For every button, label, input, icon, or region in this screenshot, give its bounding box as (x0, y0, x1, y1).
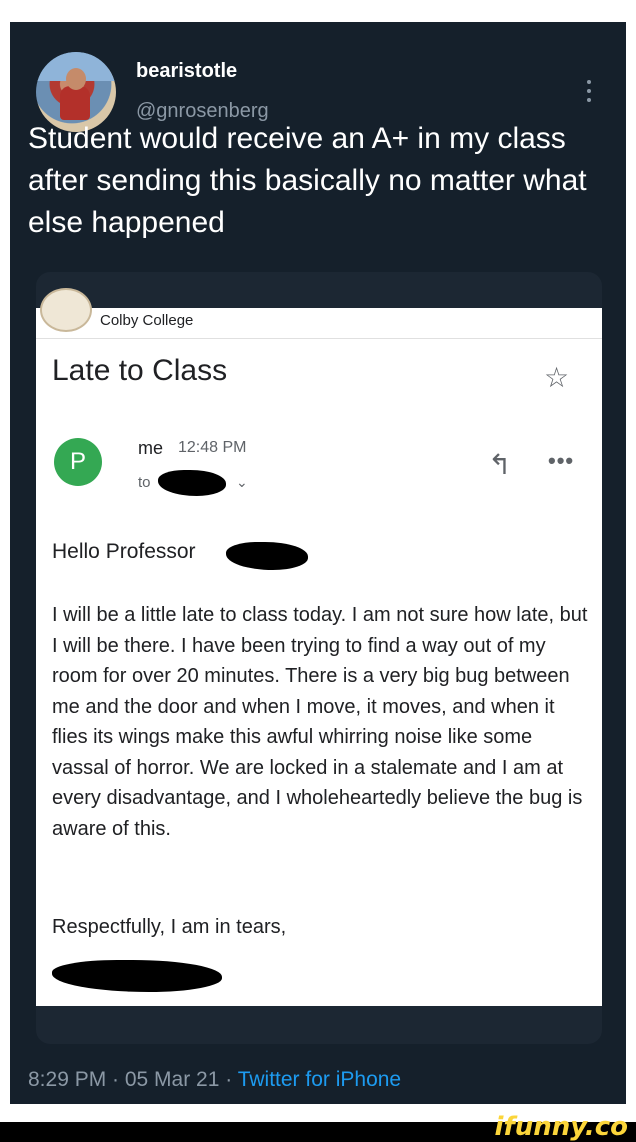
header-divider (36, 338, 602, 339)
email-org: Colby College (100, 312, 194, 329)
email-subject: Late to Class (52, 354, 228, 387)
tweet-media[interactable]: Colby College Late to Class ☆ P me 12:48… (36, 272, 602, 1044)
more-vertical-icon[interactable] (586, 80, 592, 104)
sender-avatar: P (54, 438, 102, 486)
chevron-down-icon: ⌄ (236, 474, 248, 490)
ifunny-watermark-logo: ifunny.co (494, 1112, 628, 1142)
redacted-recipient (158, 470, 226, 496)
email-screenshot: Colby College Late to Class ☆ P me 12:48… (36, 288, 602, 1006)
tweet-timestamp: 8:29 PM · 05 Mar 21 · (28, 1068, 238, 1091)
redacted-signature (52, 960, 222, 992)
reply-icon: ↰ (488, 449, 512, 480)
redacted-professor-name (226, 542, 308, 570)
email-time: 12:48 PM (178, 439, 247, 456)
avatar-figure-head (66, 68, 86, 90)
email-signoff: Respectfully, I am in tears, (52, 916, 287, 938)
tweet-source-link[interactable]: Twitter for iPhone (238, 1068, 401, 1091)
to-label: to (138, 474, 151, 491)
star-icon: ☆ (544, 362, 570, 393)
college-seal-icon (40, 288, 92, 332)
sender-name: me (138, 438, 164, 458)
tweet-meta: 8:29 PM · 05 Mar 21 · Twitter for iPhone (28, 1068, 401, 1092)
avatar-figure-body (60, 86, 90, 120)
display-name[interactable]: bearistotle (136, 60, 237, 83)
email-body: I will be a little late to class today. … (52, 604, 588, 840)
tweet-text: Student would receive an A+ in my class … (28, 122, 587, 239)
more-horizontal-icon: ••• (548, 448, 575, 473)
email-greeting: Hello Professor (52, 540, 196, 563)
tweet-card: bearistotle @gnrosenberg Student would r… (10, 22, 626, 1104)
